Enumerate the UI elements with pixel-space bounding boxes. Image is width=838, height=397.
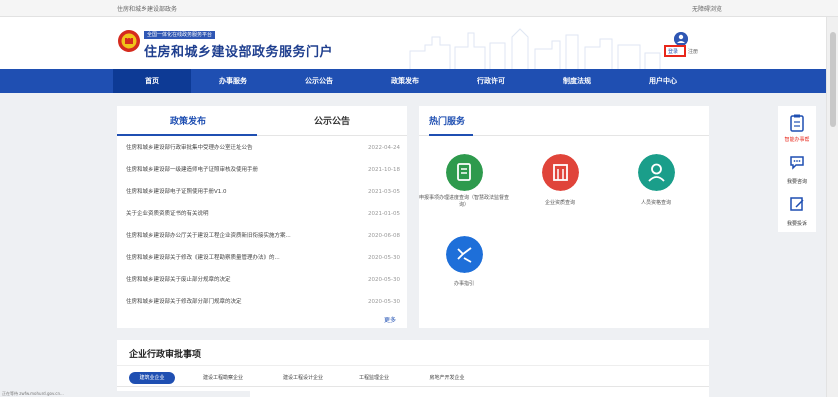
guide-icon[interactable] bbox=[446, 236, 483, 273]
service-label[interactable]: 办事指引 bbox=[419, 281, 509, 288]
site-header: 全国一体化在线政务服务平台 住房和城乡建设部政务服务门户 登录 注册 bbox=[0, 17, 838, 69]
news-date: 2020-05-30 bbox=[368, 299, 400, 305]
news-date: 2020-05-30 bbox=[368, 255, 400, 261]
browser-status-text: 正在等待 zwfw.mohurd.gov.cn... bbox=[0, 391, 250, 397]
consult-button[interactable]: 我要咨询 bbox=[778, 150, 816, 190]
edit-form-icon bbox=[790, 197, 804, 211]
gov-platform-slogan[interactable]: 全国一体化在线政务服务平台 bbox=[144, 31, 216, 39]
tab-real-estate-enterprise[interactable]: 房地产开发企业 bbox=[417, 372, 477, 384]
service-label[interactable]: 申报事项办理进度查询（智慧政法监督查询） bbox=[419, 195, 509, 209]
news-row[interactable]: 住房和城乡建设部行政审批集中受理办公室迁址公告 2022-04-24 bbox=[126, 142, 400, 154]
news-row[interactable]: 住房和城乡建设部电子证照使用手册V1.0 2021-03-05 bbox=[126, 186, 400, 198]
enterprise-approval-section: 企业行政审批事项 建筑业企业 建设工程勘察企业 建设工程设计企业 工程监理企业 … bbox=[117, 340, 709, 397]
complaint-button[interactable]: 我要投诉 bbox=[778, 192, 816, 232]
tab-design-enterprise[interactable]: 建设工程设计企业 bbox=[269, 372, 337, 384]
side-label: 我要咨询 bbox=[786, 179, 807, 185]
nav-item-regulations[interactable]: 制度法规 bbox=[538, 69, 616, 93]
document-icon[interactable] bbox=[446, 154, 483, 191]
news-title[interactable]: 住房和城乡建设部关于修改《建设工程勘察质量管理办法》的... bbox=[126, 252, 356, 264]
person-icon[interactable] bbox=[638, 154, 675, 191]
news-row[interactable]: 住房和城乡建设部关于修改部分部门规章的决定 2020-05-30 bbox=[126, 296, 400, 308]
services-title-underline bbox=[429, 134, 473, 136]
news-date: 2020-05-30 bbox=[368, 277, 400, 283]
section-divider bbox=[117, 365, 709, 366]
news-tabs: 政策发布 公示公告 bbox=[117, 106, 407, 136]
national-emblem-icon bbox=[118, 30, 140, 52]
news-title[interactable]: 住房和城乡建设部一级建造师电子证照审核及使用手册 bbox=[126, 164, 356, 176]
nav-item-licensing[interactable]: 行政许可 bbox=[452, 69, 530, 93]
more-link[interactable]: 更多 bbox=[384, 315, 396, 324]
service-label[interactable]: 人员资格查询 bbox=[611, 200, 701, 207]
news-title[interactable]: 住房和城乡建设部办公厅关于建设工程企业资质新旧衔接实施方案... bbox=[126, 230, 356, 242]
tab-announcements[interactable]: 公示公告 bbox=[314, 114, 350, 127]
clipboard-icon bbox=[790, 114, 804, 132]
nav-item-user-center[interactable]: 用户中心 bbox=[624, 69, 702, 93]
main-nav: 首页 办事服务 公示公告 政策发布 行政许可 制度法规 用户中心 bbox=[0, 69, 838, 93]
service-label[interactable]: 企业资质查询 bbox=[515, 200, 605, 207]
news-row[interactable]: 住房和城乡建设部一级建造师电子证照审核及使用手册 2021-10-18 bbox=[126, 164, 400, 176]
nav-item-announcements[interactable]: 公示公告 bbox=[280, 69, 358, 93]
news-date: 2021-03-05 bbox=[368, 189, 400, 195]
accessibility-link[interactable]: 无障碍浏览 bbox=[692, 4, 722, 13]
tab-supervision-enterprise[interactable]: 工程监理企业 bbox=[349, 372, 399, 384]
building-icon[interactable] bbox=[542, 154, 579, 191]
hot-services-panel: 热门服务 申报事项办理进度查询（智慧政法监督查询） 企业资质查询 人员资格查询 … bbox=[419, 106, 709, 328]
page-title: 住房和城乡建设部政务服务门户 bbox=[144, 45, 334, 60]
user-avatar-icon[interactable] bbox=[674, 32, 688, 46]
register-link[interactable]: 注册 bbox=[688, 48, 698, 55]
news-row[interactable]: 住房和城乡建设部关于修改《建设工程勘察质量管理办法》的... 2020-05-3… bbox=[126, 252, 400, 264]
smart-service-button[interactable]: 智能办事帮 bbox=[778, 108, 816, 148]
page-scrollbar[interactable] bbox=[826, 17, 838, 397]
side-label: 我要投诉 bbox=[786, 221, 807, 227]
topbar-site-link[interactable]: 住房和城乡建设部政务 bbox=[117, 4, 177, 13]
hot-services-title: 热门服务 bbox=[429, 117, 466, 127]
news-title[interactable]: 住房和城乡建设部行政审批集中受理办公室迁址公告 bbox=[126, 142, 356, 154]
login-link[interactable]: 登录 bbox=[668, 48, 678, 55]
news-title[interactable]: 住房和城乡建设部关于修改部分部门规章的决定 bbox=[126, 296, 356, 308]
news-title[interactable]: 住房和城乡建设部关于废止部分规章的决定 bbox=[126, 274, 356, 286]
scrollbar-thumb[interactable] bbox=[830, 32, 836, 127]
news-panel: 政策发布 公示公告 住房和城乡建设部行政审批集中受理办公室迁址公告 2022-0… bbox=[117, 106, 407, 328]
news-title[interactable]: 住房和城乡建设部电子证照使用手册V1.0 bbox=[126, 186, 356, 198]
news-row[interactable]: 住房和城乡建设部关于废止部分规章的决定 2020-05-30 bbox=[126, 274, 400, 286]
news-date: 2020-06-08 bbox=[368, 233, 400, 239]
news-date: 2021-10-18 bbox=[368, 167, 400, 173]
news-row[interactable]: 住房和城乡建设部办公厅关于建设工程企业资质新旧衔接实施方案... 2020-06… bbox=[126, 230, 400, 242]
side-label: 智能办事帮 bbox=[784, 137, 810, 143]
news-title[interactable]: 关于企业资质资质证书的有关说明 bbox=[126, 208, 356, 220]
active-tab-indicator bbox=[117, 134, 257, 136]
tab-construction-enterprise[interactable]: 建筑业企业 bbox=[129, 372, 175, 384]
floating-sidebar: 智能办事帮 我要咨询 我要投诉 bbox=[778, 106, 816, 232]
tab-survey-enterprise[interactable]: 建设工程勘察企业 bbox=[189, 372, 257, 384]
nav-item-services[interactable]: 办事服务 bbox=[194, 69, 272, 93]
tab-policy-release[interactable]: 政策发布 bbox=[170, 114, 206, 127]
nav-item-policy[interactable]: 政策发布 bbox=[366, 69, 444, 93]
top-utility-bar: 住房和城乡建设部政务 无障碍浏览 bbox=[0, 0, 838, 17]
section-bottom-line bbox=[117, 386, 709, 387]
news-date: 2021-01-05 bbox=[368, 211, 400, 217]
news-row[interactable]: 关于企业资质资质证书的有关说明 2021-01-05 bbox=[126, 208, 400, 220]
nav-item-home[interactable]: 首页 bbox=[113, 69, 191, 93]
news-date: 2022-04-24 bbox=[368, 145, 400, 151]
section-title: 企业行政审批事项 bbox=[129, 350, 202, 360]
chat-bubble-icon bbox=[790, 156, 804, 170]
